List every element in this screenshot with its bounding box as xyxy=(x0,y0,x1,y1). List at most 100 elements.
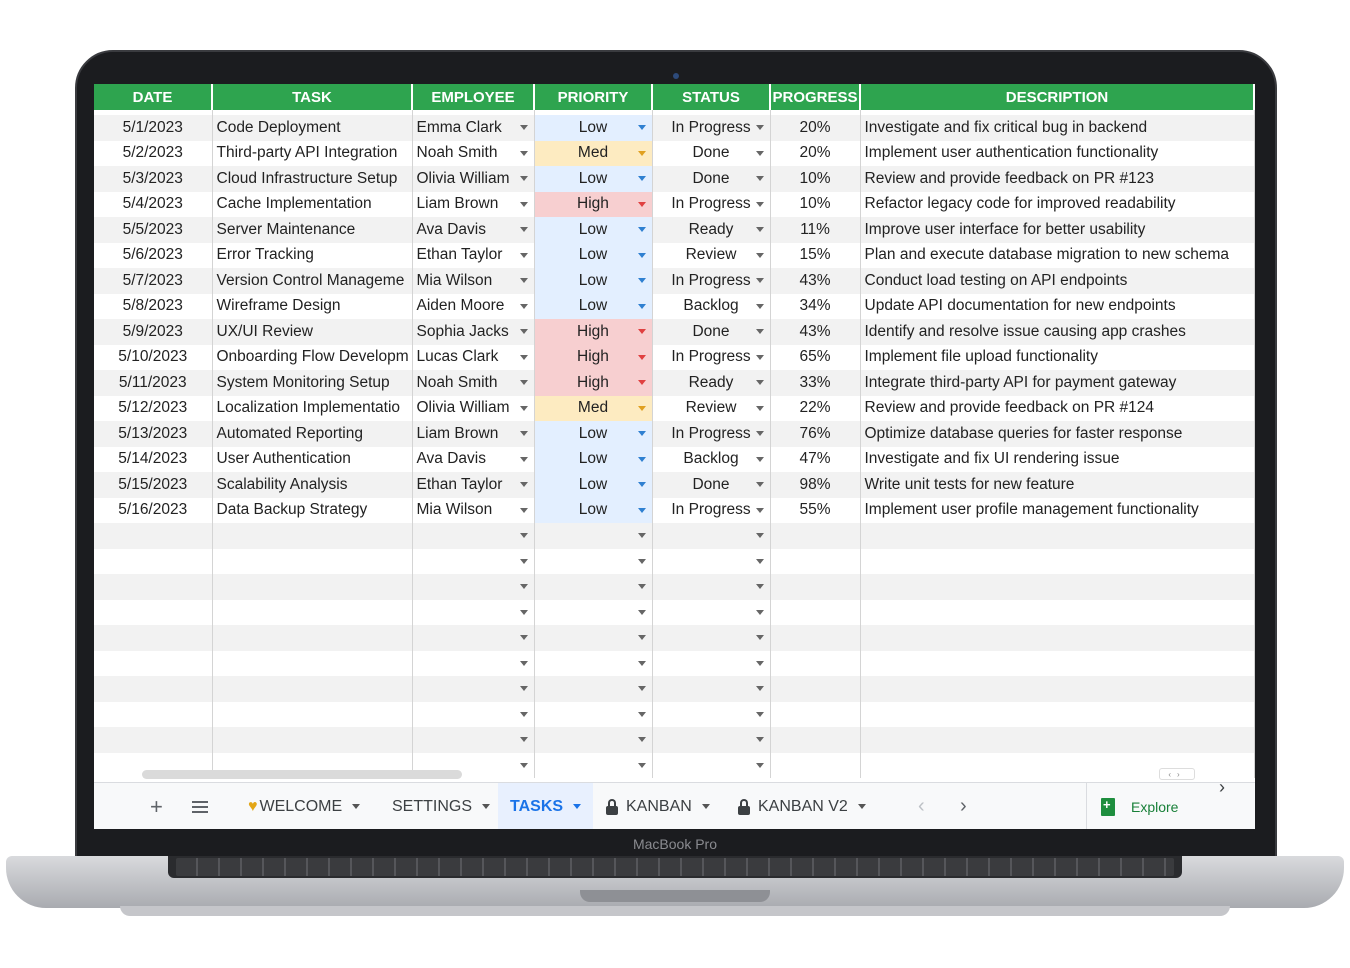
cell-employee[interactable] xyxy=(412,599,535,625)
cell-employee[interactable] xyxy=(412,650,535,676)
cell-description[interactable]: Implement user authentication functional… xyxy=(860,140,1255,166)
dropdown-arrow-icon[interactable] xyxy=(519,635,528,640)
cell-date[interactable] xyxy=(94,727,213,753)
cell-task[interactable]: Automated Reporting xyxy=(212,421,413,447)
cell-progress[interactable]: 43% xyxy=(770,319,861,345)
cell-task[interactable] xyxy=(212,701,413,727)
cell-progress[interactable] xyxy=(770,523,861,549)
dropdown-arrow-icon[interactable] xyxy=(637,150,646,156)
cell-status[interactable]: Done xyxy=(652,166,771,192)
col-header-priority[interactable]: PRIORITY xyxy=(534,84,653,110)
tab-welcome[interactable]: ♥ WELCOME xyxy=(248,783,361,829)
cell-employee[interactable]: Noah Smith xyxy=(412,370,535,396)
cell-employee[interactable] xyxy=(412,625,535,651)
dropdown-arrow-icon[interactable] xyxy=(755,405,764,411)
cell-description[interactable]: Plan and execute database migration to n… xyxy=(860,242,1255,268)
cell-task[interactable] xyxy=(212,574,413,600)
cell-task[interactable]: Error Tracking xyxy=(212,242,413,268)
cell-task[interactable] xyxy=(212,676,413,702)
dropdown-arrow-icon[interactable] xyxy=(755,227,764,232)
side-panel-toggle[interactable]: › xyxy=(1219,777,1225,798)
dropdown-arrow-icon[interactable] xyxy=(637,660,646,666)
cell-priority[interactable] xyxy=(534,574,653,600)
dropdown-arrow-icon[interactable] xyxy=(755,533,764,538)
cell-task[interactable]: Server Maintenance xyxy=(212,217,413,243)
cell-status[interactable] xyxy=(652,523,771,549)
tab-settings[interactable]: SETTINGS xyxy=(392,783,491,829)
cell-employee[interactable] xyxy=(412,701,535,727)
cell-progress[interactable]: 34% xyxy=(770,293,861,319)
cell-status[interactable]: In Progress xyxy=(652,191,771,217)
cell-employee[interactable]: Noah Smith xyxy=(412,140,535,166)
dropdown-arrow-icon[interactable] xyxy=(755,201,764,207)
dropdown-arrow-icon[interactable] xyxy=(637,431,646,436)
dropdown-arrow-icon[interactable] xyxy=(519,762,528,768)
cell-priority[interactable] xyxy=(534,548,653,574)
cell-description[interactable]: Identify and resolve issue causing app c… xyxy=(860,319,1255,345)
dropdown-arrow-icon[interactable] xyxy=(637,252,646,258)
dropdown-arrow-icon[interactable] xyxy=(637,533,646,538)
dropdown-arrow-icon[interactable] xyxy=(519,609,528,615)
dropdown-arrow-icon[interactable] xyxy=(519,252,528,258)
cell-priority[interactable]: Low xyxy=(534,217,653,243)
cell-status[interactable] xyxy=(652,676,771,702)
cell-date[interactable]: 5/3/2023 xyxy=(94,166,213,192)
dropdown-arrow-icon[interactable] xyxy=(637,405,646,411)
col-header-status[interactable]: STATUS xyxy=(652,84,771,110)
dropdown-arrow-icon[interactable] xyxy=(519,380,528,385)
cell-progress[interactable] xyxy=(770,599,861,625)
cell-description[interactable]: Investigate and fix UI rendering issue xyxy=(860,446,1255,472)
cell-task[interactable]: Cache Implementation xyxy=(212,191,413,217)
horizontal-scrollbar[interactable] xyxy=(142,770,462,779)
cell-employee[interactable]: Ethan Taylor xyxy=(412,472,535,498)
cell-date[interactable]: 5/12/2023 xyxy=(94,395,213,421)
cell-status[interactable]: Ready xyxy=(652,370,771,396)
cell-progress[interactable]: 20% xyxy=(770,115,861,141)
dropdown-arrow-icon[interactable] xyxy=(755,125,764,130)
cell-description[interactable]: Write unit tests for new feature xyxy=(860,472,1255,498)
cell-employee[interactable] xyxy=(412,676,535,702)
dropdown-arrow-icon[interactable] xyxy=(519,686,528,691)
cell-description[interactable]: Update API documentation for new endpoin… xyxy=(860,293,1255,319)
cell-employee[interactable]: Ava Davis xyxy=(412,446,535,472)
dropdown-arrow-icon[interactable] xyxy=(637,456,646,462)
cell-description[interactable] xyxy=(860,599,1255,625)
cell-priority[interactable]: Med xyxy=(534,395,653,421)
cell-status[interactable] xyxy=(652,574,771,600)
cell-priority[interactable] xyxy=(534,752,653,778)
cell-description[interactable]: Review and provide feedback on PR #124 xyxy=(860,395,1255,421)
cell-status[interactable]: Ready xyxy=(652,217,771,243)
col-header-description[interactable]: DESCRIPTION xyxy=(860,84,1255,110)
cell-task[interactable] xyxy=(212,548,413,574)
cell-task[interactable]: System Monitoring Setup xyxy=(212,370,413,396)
cell-progress[interactable]: 10% xyxy=(770,166,861,192)
dropdown-arrow-icon[interactable] xyxy=(755,278,764,283)
cell-employee[interactable]: Emma Clark xyxy=(412,115,535,141)
cell-priority[interactable]: Low xyxy=(534,293,653,319)
dropdown-arrow-icon[interactable] xyxy=(519,354,528,360)
cell-task[interactable]: Data Backup Strategy xyxy=(212,497,413,523)
cell-description[interactable] xyxy=(860,701,1255,727)
cell-progress[interactable]: 20% xyxy=(770,140,861,166)
cell-description[interactable]: Review and provide feedback on PR #123 xyxy=(860,166,1255,192)
cell-progress[interactable]: 43% xyxy=(770,268,861,294)
cell-date[interactable]: 5/5/2023 xyxy=(94,217,213,243)
cell-employee[interactable] xyxy=(412,548,535,574)
cell-task[interactable]: User Authentication xyxy=(212,446,413,472)
dropdown-arrow-icon[interactable] xyxy=(755,711,764,717)
cell-status[interactable]: In Progress xyxy=(652,497,771,523)
dropdown-arrow-icon[interactable] xyxy=(755,431,764,436)
dropdown-arrow-icon[interactable] xyxy=(637,125,646,130)
cell-status[interactable] xyxy=(652,599,771,625)
cell-progress[interactable] xyxy=(770,548,861,574)
cell-description[interactable]: Improve user interface for better usabil… xyxy=(860,217,1255,243)
dropdown-arrow-icon[interactable] xyxy=(519,558,528,564)
dropdown-arrow-icon[interactable] xyxy=(755,737,764,742)
dropdown-arrow-icon[interactable] xyxy=(755,635,764,640)
scroll-tabs-left-button[interactable]: ‹ xyxy=(918,783,925,829)
cell-priority[interactable]: High xyxy=(534,191,653,217)
cell-date[interactable]: 5/1/2023 xyxy=(94,115,213,141)
dropdown-arrow-icon[interactable] xyxy=(755,482,764,487)
dropdown-arrow-icon[interactable] xyxy=(755,150,764,156)
cell-progress[interactable]: 22% xyxy=(770,395,861,421)
